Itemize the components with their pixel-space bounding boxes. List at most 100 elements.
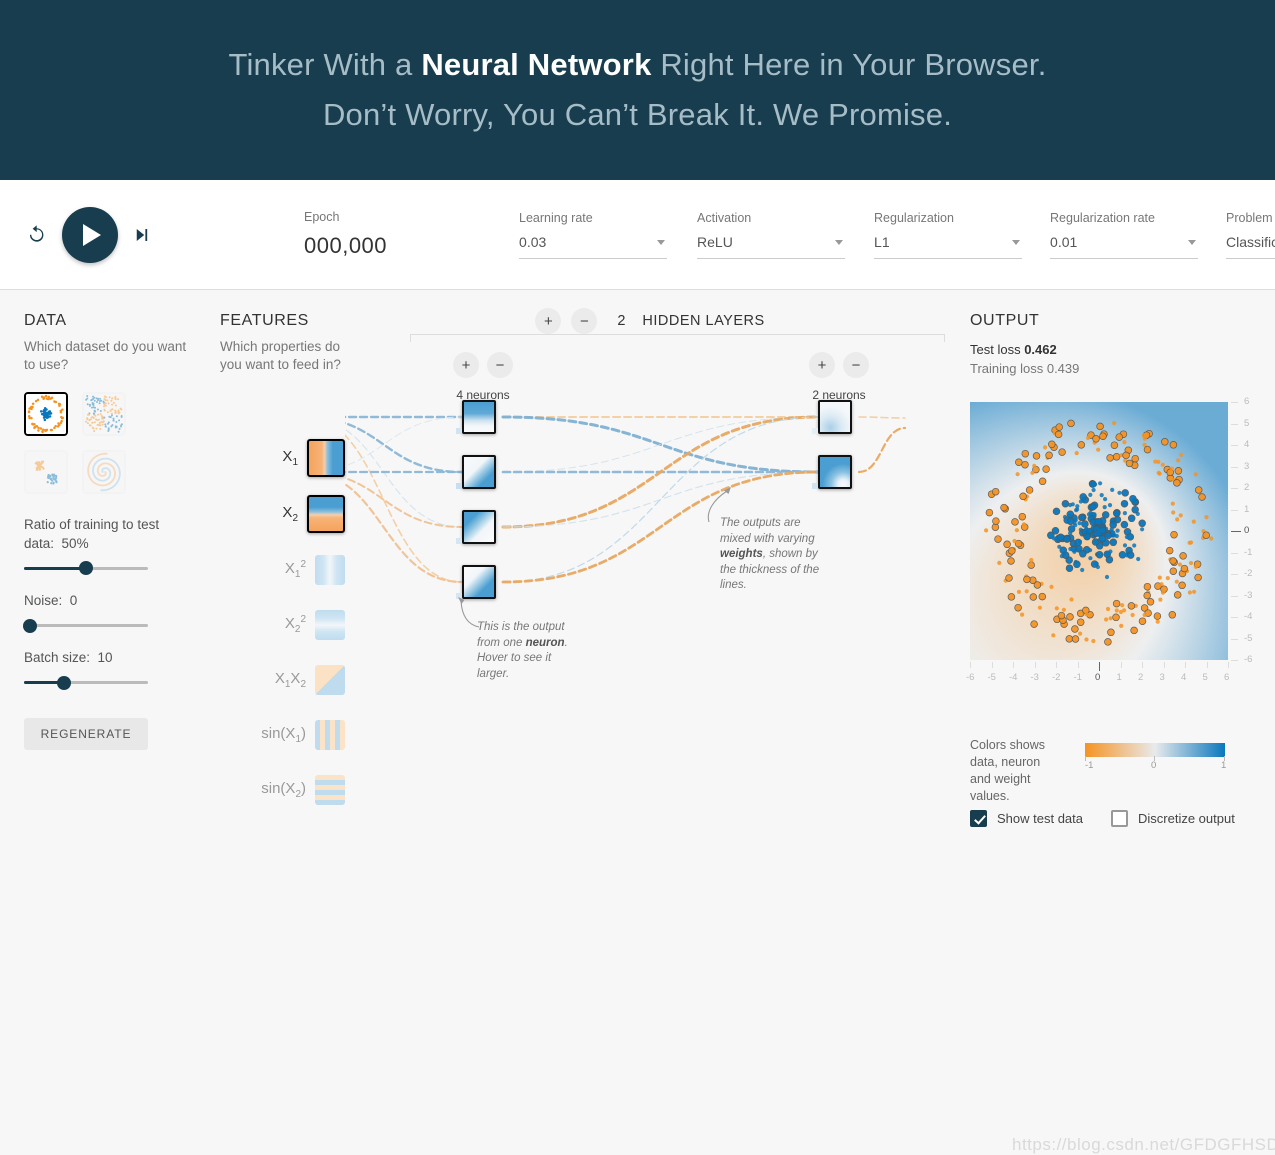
x-axis-tick: 0 xyxy=(1095,672,1101,683)
callout-neuron-strong: neuron xyxy=(525,636,565,649)
regularization-rate-value: 0.01 xyxy=(1050,233,1078,250)
batch-slider[interactable] xyxy=(24,675,148,690)
learning-rate-select[interactable]: 0.03 xyxy=(519,234,668,259)
feature-swatch-sinx1[interactable] xyxy=(315,719,345,750)
feature-item-sinx1[interactable]: sin(X1) xyxy=(220,707,345,762)
noise-label-text: Noise: xyxy=(24,592,63,608)
test-loss-value: 0.462 xyxy=(1024,342,1057,357)
x-axis-tick: -5 xyxy=(987,672,996,683)
feature-item-x2[interactable]: X2 xyxy=(220,486,345,542)
batch-slider-block: Batch size: 10 xyxy=(24,649,189,690)
regularization-group: Regularization L1 xyxy=(874,210,1023,259)
y-axis-tick: -5 xyxy=(1244,632,1253,644)
hidden-node-1-1[interactable] xyxy=(462,400,496,434)
discretize-output-label: Discretize output xyxy=(1138,811,1235,826)
hidden-node-1-2[interactable] xyxy=(462,455,496,489)
features-panel: FEATURES Which properties do you want to… xyxy=(220,312,345,374)
x-axis-tick: 6 xyxy=(1224,672,1230,683)
dataset-xor-icon xyxy=(84,394,124,435)
learning-rate-group: Learning rate 0.03 xyxy=(519,210,668,259)
problem-type-select[interactable]: Classification xyxy=(1226,234,1275,259)
batch-label: Batch size: 10 xyxy=(24,649,189,667)
callout-weights-strong: weights xyxy=(720,548,763,561)
features-subtitle: Which properties do you want to feed in? xyxy=(220,339,341,373)
dataset-xor[interactable] xyxy=(82,392,126,437)
hidden-node-2-2[interactable] xyxy=(818,455,852,489)
title-subline: Don’t Worry, You Can’t Break It. We Prom… xyxy=(322,97,953,132)
activation-label: Activation xyxy=(697,210,752,225)
play-triangle xyxy=(83,223,101,246)
legend-ticks: -1 0 1 xyxy=(1085,756,1226,776)
hidden-node-1-3[interactable] xyxy=(462,510,496,544)
noise-slider-block: Noise: 0 xyxy=(23,592,189,633)
activation-group: Activation ReLU xyxy=(697,210,846,259)
y-axis-tick: 0 xyxy=(1244,525,1250,536)
feature-label-sinx1: sin(X1) xyxy=(261,724,306,745)
data-panel: DATA Which dataset do you want to use? R… xyxy=(23,312,189,751)
feature-label-sinx2: sin(X2) xyxy=(261,779,306,800)
batch-label-text: Batch size: xyxy=(24,650,91,666)
feature-item-x2sq[interactable]: X22 xyxy=(220,597,345,652)
y-axis-tick: -4 xyxy=(1244,611,1253,622)
callout-neuron-arrow-icon xyxy=(458,597,480,628)
page-title: Tinker With a Neural Network Right Here … xyxy=(228,40,1046,139)
feature-swatch-sinx2[interactable] xyxy=(315,774,345,805)
feature-swatch-x1[interactable] xyxy=(307,439,345,477)
features-title: FEATURES xyxy=(220,312,309,329)
regularization-select[interactable]: L1 xyxy=(874,234,1023,259)
reset-icon[interactable] xyxy=(24,223,48,247)
x-axis-tick: -4 xyxy=(1009,672,1018,683)
title-part-1: Tinker With a xyxy=(228,47,422,83)
dataset-gauss-icon xyxy=(26,452,66,493)
feature-label-x1: X1 xyxy=(282,448,298,468)
y-axis-tick: -1 xyxy=(1244,546,1253,558)
hidden-node-1-4[interactable] xyxy=(462,565,496,599)
training-loss: Training loss 0.439 xyxy=(970,361,1255,376)
feature-label-x2: X2 xyxy=(282,504,298,524)
x-axis-tick: -3 xyxy=(1030,672,1039,683)
ratio-value: 50% xyxy=(61,535,89,551)
feature-item-x1sq[interactable]: X12 xyxy=(220,542,345,597)
regularization-label: Regularization xyxy=(874,210,954,225)
learning-rate-label: Learning rate xyxy=(519,210,593,225)
discretize-output-checkbox[interactable] xyxy=(1111,810,1128,827)
dataset-gauss[interactable] xyxy=(24,450,68,495)
x-axis-tick: 1 xyxy=(1116,672,1122,683)
feature-swatch-x1x2[interactable] xyxy=(315,664,345,695)
callout-weights: The outputs are mixed with varying weigh… xyxy=(720,516,820,594)
test-loss: Test loss 0.462 xyxy=(970,342,1255,357)
regularization-rate-label: Regularization rate xyxy=(1050,210,1155,225)
feature-swatch-x2sq[interactable] xyxy=(315,609,345,640)
output-heatmap[interactable] xyxy=(970,402,1228,660)
ratio-slider[interactable] xyxy=(24,561,148,576)
feature-item-x1x2[interactable]: X1X2 xyxy=(220,652,345,707)
y-axis-tick: 4 xyxy=(1244,439,1250,450)
dataset-thumbnails xyxy=(24,392,189,495)
activation-select[interactable]: ReLU xyxy=(697,234,846,259)
legend-bar-wrap: -1 0 1 xyxy=(1085,743,1226,776)
chevron-down-icon xyxy=(657,239,666,245)
feature-swatch-x2[interactable] xyxy=(307,495,345,533)
show-test-data-label: Show test data xyxy=(997,811,1083,826)
noise-label: Noise: 0 xyxy=(24,592,189,610)
hidden-node-2-1[interactable] xyxy=(818,400,852,434)
step-forward-icon[interactable] xyxy=(132,225,152,245)
y-axis-tick: -6 xyxy=(1244,654,1253,665)
x-axis-tick: 3 xyxy=(1159,672,1165,683)
feature-item-x1[interactable]: X1 xyxy=(220,430,345,486)
regenerate-button[interactable]: REGENERATE xyxy=(24,718,148,751)
noise-slider[interactable] xyxy=(23,618,148,633)
x-axis-tick: -6 xyxy=(966,672,975,683)
dataset-circle[interactable] xyxy=(24,392,68,437)
feature-label-x1sq: X12 xyxy=(284,559,306,580)
regularization-rate-select[interactable]: 0.01 xyxy=(1050,233,1199,259)
bias-1-3 xyxy=(456,538,462,544)
playback-controls xyxy=(24,206,152,263)
callout-neuron: This is the output from one neuron. Hove… xyxy=(477,620,577,682)
feature-item-sinx2[interactable]: sin(X2) xyxy=(220,762,345,817)
dataset-spiral[interactable] xyxy=(82,450,126,495)
show-test-data-checkbox[interactable] xyxy=(970,810,987,827)
play-icon[interactable] xyxy=(62,206,118,263)
feature-swatch-x1sq[interactable] xyxy=(315,554,345,585)
y-axis-tick: -2 xyxy=(1244,568,1253,579)
